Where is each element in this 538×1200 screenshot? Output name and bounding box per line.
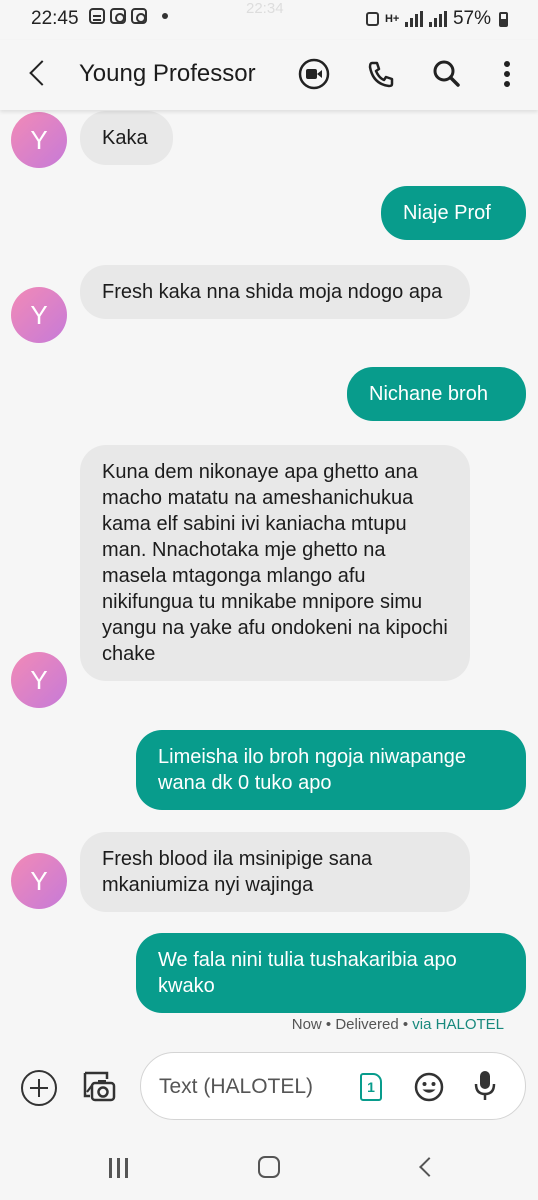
recent-apps-button[interactable]	[107, 1158, 131, 1178]
add-attachment-button[interactable]	[21, 1070, 57, 1106]
signal-icon	[404, 11, 423, 27]
message-input[interactable]	[159, 1071, 349, 1103]
back-icon	[29, 60, 55, 86]
contact-name[interactable]: Young Professor	[79, 60, 256, 88]
incoming-message[interactable]: Kuna dem nikonaye apa ghetto ana macho m…	[80, 445, 470, 681]
message-list: Y Kaka Niaje Prof Y Fresh kaka nna shida…	[0, 110, 538, 1040]
emoji-button[interactable]	[413, 1071, 445, 1103]
home-button[interactable]	[258, 1156, 280, 1178]
outgoing-message[interactable]: Nichane broh	[347, 367, 526, 421]
outgoing-message[interactable]: Niaje Prof	[381, 186, 526, 240]
more-notifications-icon	[162, 13, 168, 19]
contact-avatar[interactable]: Y	[11, 652, 67, 708]
outgoing-message[interactable]: We fala nini tulia tushakaribia apo kwak…	[136, 933, 526, 1013]
microphone-icon	[474, 1071, 496, 1100]
delivery-status: Now • Delivered • via HALOTEL	[292, 1016, 504, 1033]
incoming-message[interactable]: Fresh kaka nna shida moja ndogo apa	[80, 265, 470, 319]
contact-avatar[interactable]: Y	[11, 112, 67, 168]
incoming-message[interactable]: Fresh blood ila msinipige sana mkaniumiz…	[80, 832, 470, 912]
contact-avatar[interactable]: Y	[11, 853, 67, 909]
more-icon	[504, 61, 510, 87]
back-button[interactable]	[20, 55, 58, 93]
status-time: 22:45	[31, 8, 79, 29]
search-button[interactable]	[427, 54, 467, 94]
message-notification-icon	[89, 8, 105, 24]
lock-icon	[365, 12, 379, 26]
delivery-status-text: Now • Delivered •	[291, 1016, 413, 1033]
emoji-icon	[414, 1072, 444, 1102]
gallery-button[interactable]	[80, 1068, 118, 1106]
search-icon	[433, 60, 460, 87]
phone-icon	[368, 61, 394, 88]
video-call-icon	[298, 58, 330, 90]
network-type: H+	[384, 13, 400, 25]
system-icons: H+ 57%	[365, 8, 508, 30]
contact-avatar[interactable]: Y	[11, 287, 67, 343]
signal-icon	[428, 11, 447, 27]
delivery-carrier: via HALOTEL	[412, 1016, 504, 1033]
sim-selector-button[interactable]: 1	[360, 1073, 382, 1101]
battery-icon	[499, 11, 508, 27]
more-options-button[interactable]	[487, 54, 527, 94]
outgoing-message[interactable]: Limeisha ilo broh ngoja niwapange wana d…	[136, 730, 526, 810]
ghost-time: 22:34	[246, 0, 284, 17]
system-navigation-bar	[0, 1134, 538, 1200]
battery-percent: 57%	[452, 8, 491, 29]
status-bar: 22:34 22:45 H+ 57%	[0, 0, 538, 40]
message-composer: 1	[0, 1050, 538, 1130]
voice-call-button[interactable]	[361, 54, 401, 94]
instagram-icon	[131, 8, 147, 24]
gallery-camera-icon	[83, 1071, 116, 1102]
system-back-button[interactable]	[417, 1158, 435, 1176]
video-call-button[interactable]	[294, 54, 334, 94]
notification-icons	[89, 8, 168, 24]
voice-input-button[interactable]	[471, 1068, 499, 1104]
conversation-header: Young Professor	[0, 40, 538, 110]
incoming-message[interactable]: Kaka	[80, 111, 173, 165]
instagram-icon	[110, 8, 126, 24]
message-text-field: 1	[140, 1052, 526, 1120]
